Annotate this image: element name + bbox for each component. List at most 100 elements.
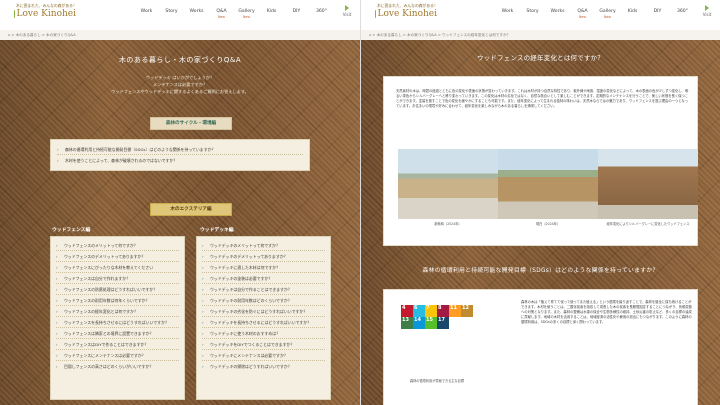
nav-item-works[interactable]: Works xyxy=(545,9,570,19)
chevron-right-icon: › xyxy=(202,308,204,314)
question-link[interactable]: › ウッドフェンスの防腐処理はどうすればいいですか？ xyxy=(56,284,179,295)
question-link[interactable]: › ウッドデッキのデメリットってありますか？ xyxy=(202,251,325,262)
sdg-tile-icon: 17 xyxy=(437,317,449,329)
chevron-right-icon: › xyxy=(56,264,58,270)
answer-title: ウッドフェンスの経年変化とは何ですか？ xyxy=(477,54,604,62)
question-link[interactable]: › ウッドデッキをDIYでつくることはできますか？ xyxy=(202,339,325,350)
nav-item-story[interactable]: Story xyxy=(520,9,545,19)
chevron-right-icon: › xyxy=(202,253,204,259)
chevron-right-icon: › xyxy=(56,286,58,292)
chevron-right-icon: › xyxy=(56,308,58,314)
question-link[interactable]: › ウッドフェンスにメンテナンスは必要ですか？ xyxy=(56,350,179,361)
nav-item-diy[interactable]: DIY xyxy=(284,9,309,19)
question-link[interactable]: › ウッドフェンスの経年変化とは何ですか？ xyxy=(56,306,179,317)
question-link[interactable]: › ウッドフェンスの耐用年数は何年くらいですか？ xyxy=(56,295,179,306)
chevron-right-icon: › xyxy=(202,341,204,347)
chevron-right-icon: › xyxy=(56,319,58,325)
question-link[interactable]: › ウッドデッキのメリットって何ですか？ xyxy=(202,240,325,251)
question-link[interactable]: › ウッドデッキに適した木材は何ですか？ xyxy=(202,262,325,273)
nav-item-diy[interactable]: DIY xyxy=(645,9,670,19)
question-link[interactable]: › ウッドデッキを長持ちさせるにはどうすればいいですか？ xyxy=(202,317,325,328)
sdgs-icon-grid: 4 6 7 8 11 12 13 14 15 17 xyxy=(401,305,473,329)
sdg-tile-icon: 7 xyxy=(425,305,437,317)
question-link[interactable]: › ウッドデッキの耐用年数はどのくらいですか？ xyxy=(202,295,325,306)
question-link[interactable]: › ウッドデッキの劣化を防ぐにはどうすればいいですか？ xyxy=(202,306,325,317)
sdg-tile-icon: 6 xyxy=(413,305,425,317)
nav-item-gallery[interactable]: Gallery New xyxy=(234,9,259,19)
new-badge: New xyxy=(604,15,611,19)
question-link[interactable]: › ウッドフェンスのメリットって何ですか？ xyxy=(56,240,179,251)
chevron-right-icon: › xyxy=(202,275,204,281)
chevron-right-icon: › xyxy=(56,242,58,248)
chevron-right-icon: › xyxy=(56,352,58,358)
question-link[interactable]: › ウッドデッキに使う木材のおすすめは？ xyxy=(202,328,325,339)
question-link[interactable]: › ウッドフェンスは隣家との境界に設置できますか？ xyxy=(56,328,179,339)
question-link[interactable]: › ウッドフェンスにぴったりな木材を教えてください xyxy=(56,262,179,273)
new-badge: New xyxy=(218,15,225,19)
question-link[interactable]: › ウッドフェンスのデメリットってありますか？ xyxy=(56,251,179,262)
leaf-icon xyxy=(375,10,376,18)
nav-item-qa[interactable]: Q&A New xyxy=(570,9,595,19)
nav-item-360[interactable]: 360° xyxy=(309,9,334,19)
cycle-question-list: › 森林の循環利用と持続可能な開発目標（SDGs）はどのような関係を持っていますか… xyxy=(50,139,310,171)
nav-item-gallery[interactable]: Gallery New xyxy=(595,9,620,19)
answer-card: 天然素材の木は、時間の経過とともに色の変化や表面の状態が変わっていきます。これは… xyxy=(383,76,698,246)
nav-item-works[interactable]: Works xyxy=(184,9,209,19)
photo-item: 現在（2024年） xyxy=(498,149,598,226)
nav-item-work[interactable]: Work xyxy=(495,9,520,19)
chevron-right-icon: › xyxy=(202,264,204,270)
site-header: 木に囲まれた、みんなの森がある！ Love Kinohei Work Story… xyxy=(0,0,360,31)
nav-item-story[interactable]: Story xyxy=(159,9,184,19)
question-link[interactable]: › ウッドデッキは自分で作ることはできますか？ xyxy=(202,284,325,295)
nav-item-360[interactable]: 360° xyxy=(670,9,695,19)
chevron-right-icon: › xyxy=(57,146,59,152)
visit-button[interactable]: Visit xyxy=(698,5,716,17)
leaf-icon xyxy=(14,10,15,18)
question-link[interactable]: › 目隠しフェンスの高さはどのくらいがいいですか？ xyxy=(56,361,179,371)
right-page: 木に囲まれた、みんなの森がある！ Love Kinohei Work Story… xyxy=(360,0,720,405)
breadcrumb: ⌂ > 木のある暮らし > 木の家づくりQ&A > ウッドフェンスの経年変化とは… xyxy=(361,30,720,40)
category-cycle-label[interactable]: 森林のサイクル・環境編 xyxy=(150,117,232,130)
photo-caption: 経年変化によりシルバーグレーに変化したウッドフェンス xyxy=(606,222,690,226)
new-badge: New xyxy=(579,15,586,19)
main-nav: Work Story Works Q&A New Gallery New Kids … xyxy=(495,9,695,19)
site-logo[interactable]: 木に囲まれた、みんなの森がある！ Love Kinohei xyxy=(6,3,77,27)
question-link[interactable]: › 森林の循環利用と持続可能な開発目標（SDGs）はどのような関係を持っていますか… xyxy=(57,144,303,155)
question-link[interactable]: › ウッドフェンスを長持ちさせるにはどうすればいいですか？ xyxy=(56,317,179,328)
question-link[interactable]: › ウッドデッキにメンテナンスは必要ですか？ xyxy=(202,350,325,361)
chevron-right-icon: › xyxy=(56,363,58,369)
sdg-tile-icon: 13 xyxy=(401,317,413,329)
question-link[interactable]: › ウッドデッキの塗装は必要ですか？ xyxy=(202,273,325,284)
nav-item-work[interactable]: Work xyxy=(134,9,159,19)
sdg-tile-icon: 12 xyxy=(461,305,473,317)
question-link[interactable]: › ウッドフェンスはDIYで作ることはできますか？ xyxy=(56,339,179,350)
fence-photo-weathered xyxy=(598,149,698,219)
page-title: 木のある暮らし・木の家づくりQ&A xyxy=(118,56,242,64)
chevron-right-icon: › xyxy=(56,253,58,259)
nav-item-qa[interactable]: Q&A New xyxy=(209,9,234,19)
chevron-right-icon: › xyxy=(202,352,204,358)
question-link[interactable]: › 木材を使うことによって、森林が破壊されるのではないですか？ xyxy=(57,155,303,165)
photo-item: 新築時（2024年） xyxy=(398,149,498,226)
sdg-tile-icon: 8 xyxy=(437,305,449,317)
sdgs-caption: 森林の循環利用が貢献できる主な目標 xyxy=(409,379,465,383)
site-logo[interactable]: 木に囲まれた、みんなの森がある！ Love Kinohei xyxy=(367,3,438,27)
nav-item-kids[interactable]: Kids xyxy=(620,9,645,19)
deck-question-list: › ウッドデッキのメリットって何ですか？ › ウッドデッキのデメリットってありますか… xyxy=(196,236,331,400)
fence-photo-current xyxy=(498,149,598,219)
question-link[interactable]: › ウッドフェンスは自分で作れますか？ xyxy=(56,273,179,284)
category-exterior-label[interactable]: 木のエクステリア編 xyxy=(150,203,232,216)
visit-button[interactable]: Visit xyxy=(338,5,356,17)
logo-brand: Love Kinohei xyxy=(377,9,437,19)
chevron-right-icon: › xyxy=(202,330,204,336)
sdg-tile-icon: 14 xyxy=(413,317,425,329)
sdgs-question-title: 森林の循環利用と持続可能な開発目標（SDGs）はどのような関係を持っていますか？ xyxy=(422,268,659,274)
nav-item-kids[interactable]: Kids xyxy=(259,9,284,19)
chevron-right-icon: › xyxy=(202,297,204,303)
chevron-right-icon: › xyxy=(57,157,59,163)
photo-caption: 新築時（2024年） xyxy=(434,222,462,226)
fence-question-list: › ウッドフェンスのメリットって何ですか？ › ウッドフェンスのデメリットってありま… xyxy=(50,236,185,400)
intro-text: ウッドデッキ はいかがでしょうか？ メンテナンスは必要ですか？ ウッドフェンスや… xyxy=(111,75,249,94)
question-link[interactable]: › ウッドデッキの掃除はどうすればいいですか？ xyxy=(202,361,325,371)
answer-body: 天然素材の木は、時間の経過とともに色の変化や表面の状態が変わっていきます。これは… xyxy=(396,89,689,108)
